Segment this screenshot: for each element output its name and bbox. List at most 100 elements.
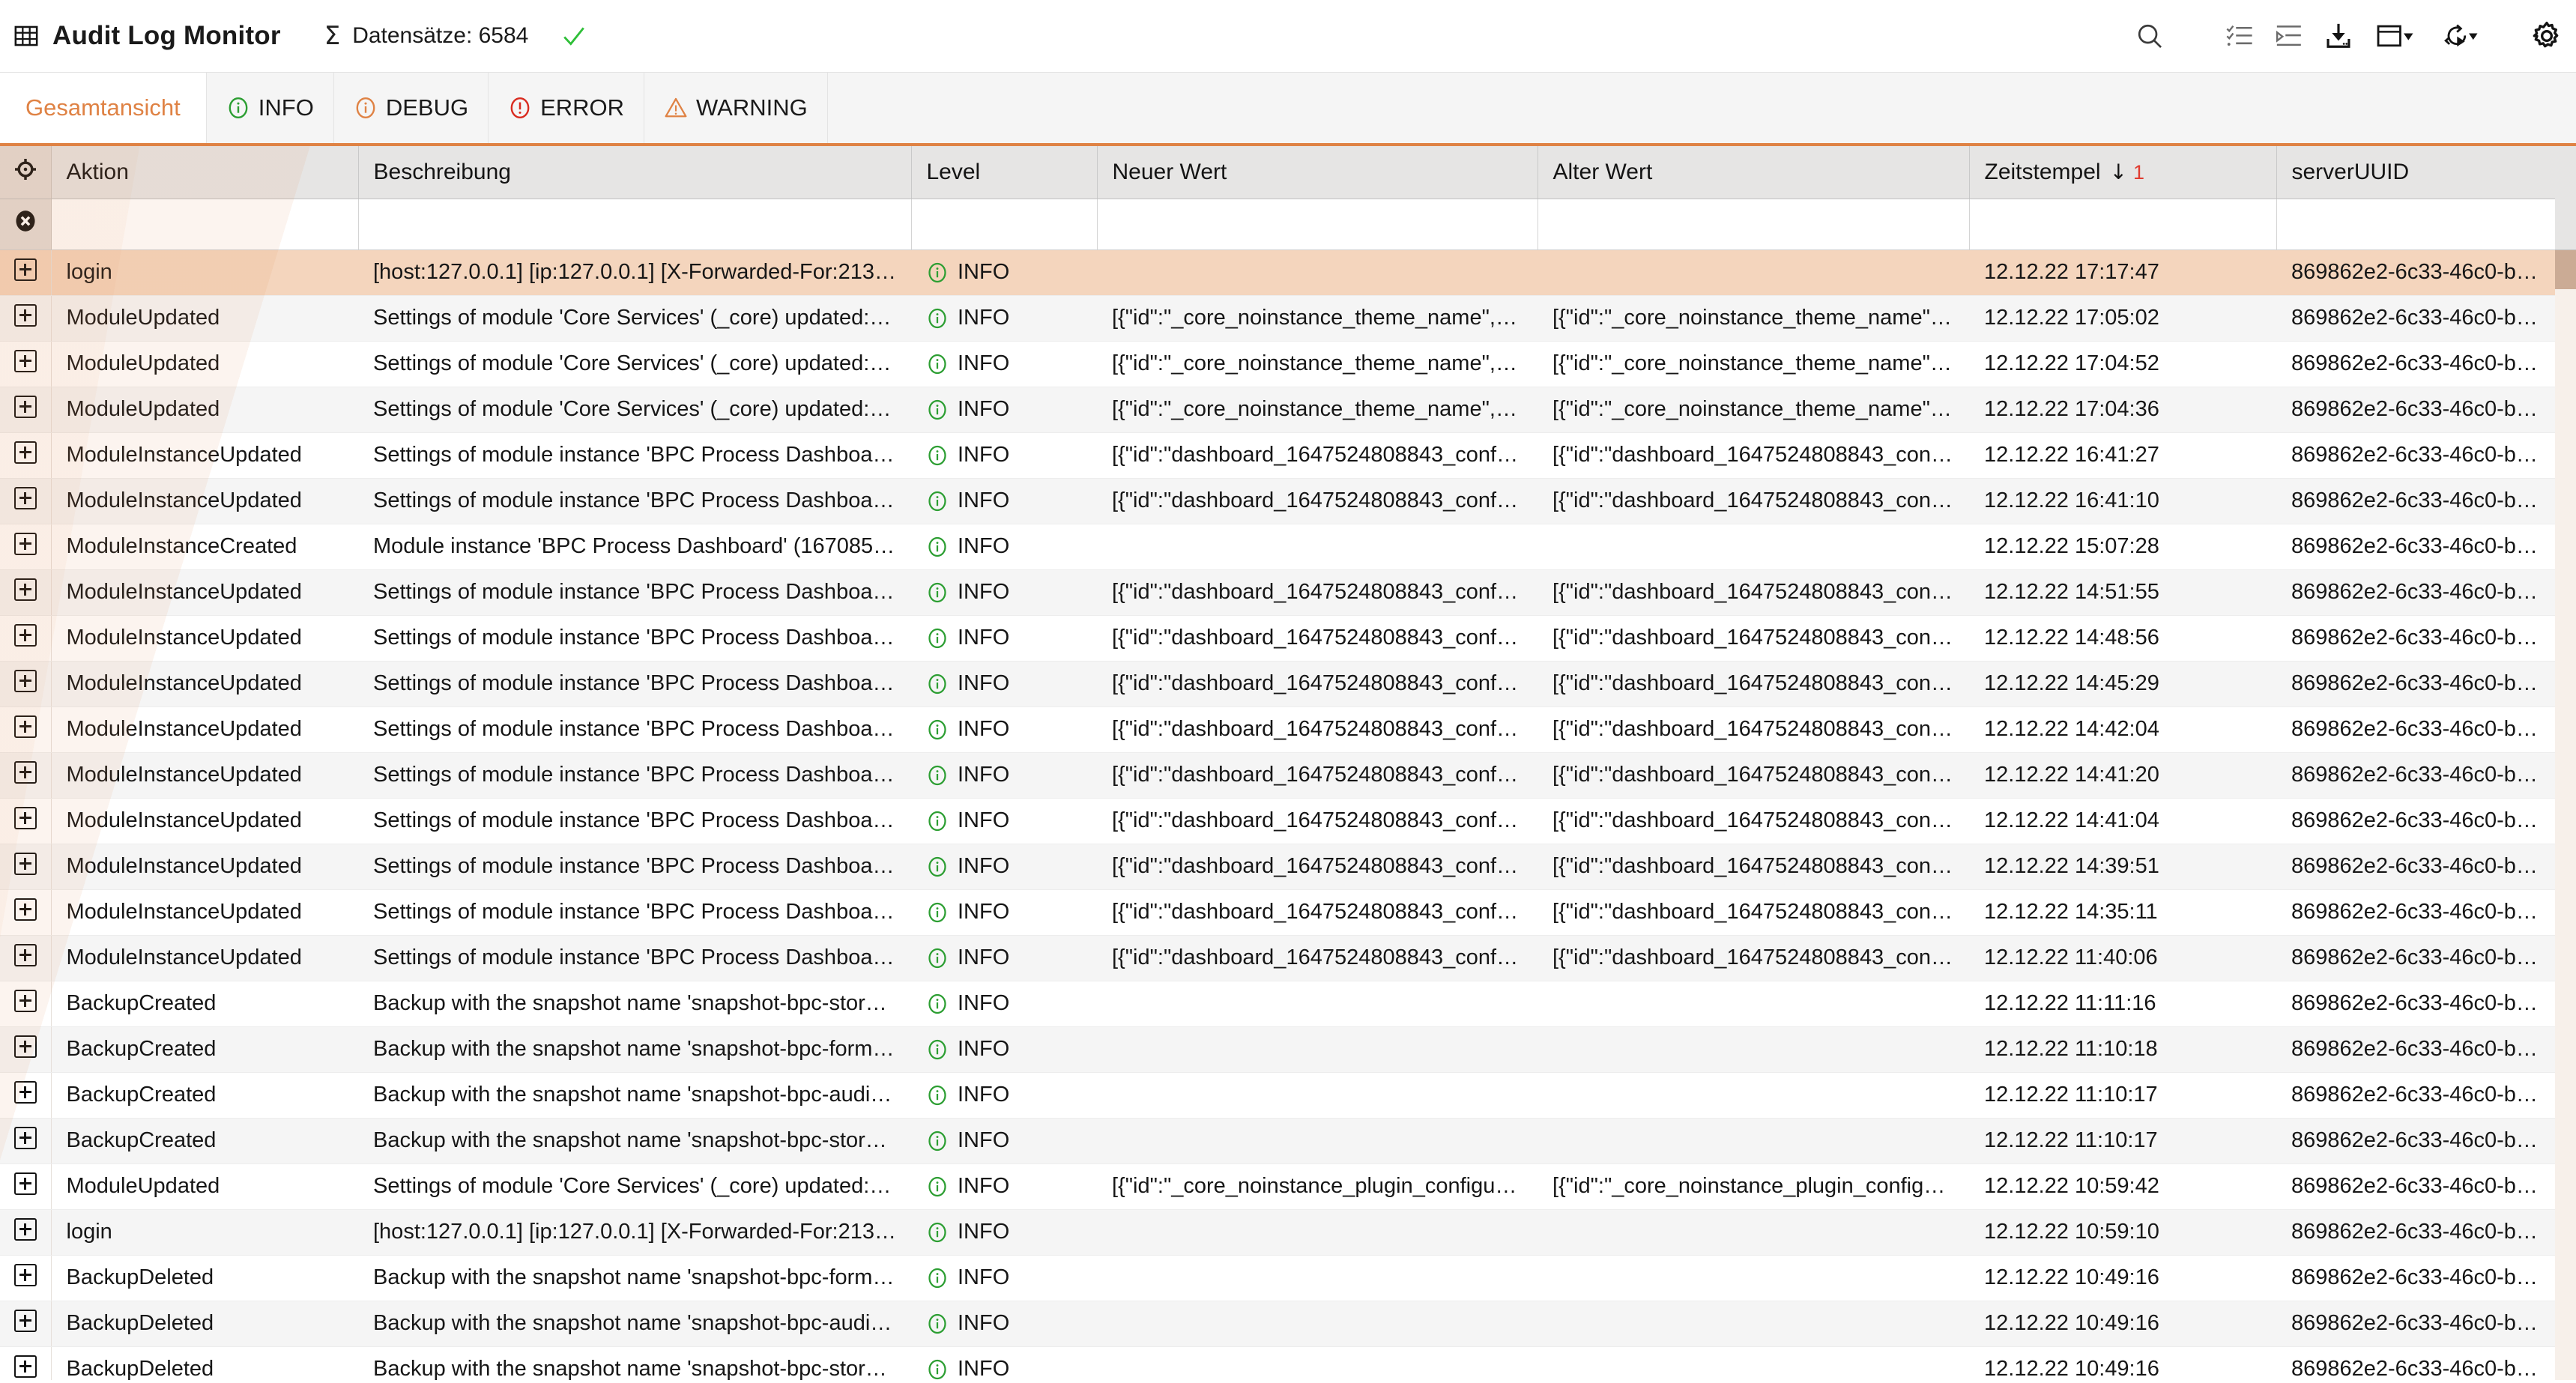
filter-input-zeitstempel[interactable] (1978, 207, 2267, 241)
row-expand-cell[interactable] (0, 387, 52, 433)
filter-cell-neuer-wert[interactable] (1097, 199, 1538, 250)
column-header-beschreibung[interactable]: Beschreibung (358, 146, 912, 199)
row-expand-cell[interactable] (0, 1301, 52, 1347)
row-expand-cell[interactable] (0, 1072, 52, 1119)
table-row[interactable]: ModuleInstanceUpdated Settings of module … (0, 615, 2555, 662)
table-row[interactable]: BackupDeleted Backup with the snapshot na… (0, 1301, 2555, 1347)
filter-input-alter-wert[interactable] (1546, 207, 1960, 241)
row-expand-cell[interactable] (0, 1346, 52, 1380)
filter-cell-zeitstempel[interactable] (1969, 199, 2277, 250)
row-expand-cell[interactable] (0, 432, 52, 479)
table-row[interactable]: ModuleUpdated Settings of module 'Core Se… (0, 341, 2555, 387)
table-row[interactable]: login [host:127.0.0.1] [ip:127.0.0.1] [X-… (0, 249, 2555, 296)
gear-icon[interactable] (2518, 21, 2576, 51)
column-header-alter-wert[interactable]: Alter Wert (1538, 146, 1970, 199)
expand-row-plus-icon[interactable] (13, 1309, 37, 1332)
table-row[interactable]: ModuleInstanceUpdated Settings of module … (0, 661, 2555, 707)
table-row[interactable]: ModuleInstanceCreated Module instance 'BP… (0, 524, 2555, 570)
row-expand-cell[interactable] (0, 935, 52, 981)
table-row[interactable]: ModuleInstanceUpdated Settings of module … (0, 935, 2555, 981)
row-expand-cell[interactable] (0, 1026, 52, 1073)
expand-row-plus-icon[interactable] (13, 349, 37, 372)
checklist-icon[interactable] (2215, 10, 2264, 62)
table-row[interactable]: ModuleInstanceUpdated Settings of module … (0, 889, 2555, 936)
expand-all-column-header[interactable] (0, 146, 52, 199)
column-header-serveruuid[interactable]: serverUUID (2276, 146, 2556, 199)
filter-input-level[interactable] (920, 207, 1088, 241)
indent-list-icon[interactable] (2264, 10, 2314, 62)
tab-info[interactable]: INFO (206, 73, 334, 143)
expand-row-plus-icon[interactable] (13, 715, 37, 738)
table-row[interactable]: BackupDeleted Backup with the snapshot na… (0, 1346, 2555, 1380)
expand-row-plus-icon[interactable] (13, 1355, 37, 1378)
row-expand-cell[interactable] (0, 1255, 52, 1301)
row-expand-cell[interactable] (0, 295, 52, 342)
expand-row-plus-icon[interactable] (13, 1080, 37, 1104)
row-expand-cell[interactable] (0, 1163, 52, 1210)
expand-row-plus-icon[interactable] (13, 303, 37, 327)
table-row[interactable]: login [host:127.0.0.1] [ip:127.0.0.1] [X-… (0, 1209, 2555, 1256)
table-row[interactable]: BackupCreated Backup with the snapshot na… (0, 1026, 2555, 1073)
table-row[interactable]: ModuleUpdated Settings of module 'Core Se… (0, 295, 2555, 342)
filter-cell-aktion[interactable] (51, 199, 359, 250)
vertical-scrollbar-thumb[interactable] (2555, 250, 2576, 289)
column-header-level[interactable]: Level (911, 146, 1098, 199)
expand-row-plus-icon[interactable] (13, 989, 37, 1012)
expand-row-plus-icon[interactable] (13, 532, 37, 555)
expand-row-plus-icon[interactable] (13, 898, 37, 921)
table-row[interactable]: ModuleInstanceUpdated Settings of module … (0, 706, 2555, 753)
filter-cell-level[interactable] (911, 199, 1098, 250)
expand-row-plus-icon[interactable] (13, 623, 37, 647)
expand-row-plus-icon[interactable] (13, 1263, 37, 1286)
row-expand-cell[interactable] (0, 661, 52, 707)
row-expand-cell[interactable] (0, 798, 52, 844)
expand-row-plus-icon[interactable] (13, 258, 37, 281)
target-crosshair-icon[interactable] (13, 158, 37, 187)
table-row[interactable]: BackupDeleted Backup with the snapshot na… (0, 1255, 2555, 1301)
search-icon[interactable] (2125, 10, 2174, 62)
filter-input-serveruuid[interactable] (2285, 207, 2546, 241)
expand-row-plus-icon[interactable] (13, 943, 37, 966)
table-row[interactable]: ModuleInstanceUpdated Settings of module … (0, 752, 2555, 799)
clear-filter-circle-x-icon[interactable] (13, 211, 37, 238)
tab-error[interactable]: ERROR (489, 73, 645, 143)
expand-row-plus-icon[interactable] (13, 1217, 37, 1241)
column-header-zeitstempel[interactable]: Zeitstempel ↓ 1 (1969, 146, 2277, 199)
tab-debug[interactable]: DEBUG (333, 73, 489, 143)
filter-input-neuer-wert[interactable] (1106, 207, 1529, 241)
tab-warning[interactable]: WARNING (644, 73, 828, 143)
expand-row-plus-icon[interactable] (13, 486, 37, 509)
row-expand-cell[interactable] (0, 478, 52, 524)
expand-row-plus-icon[interactable] (13, 852, 37, 875)
filter-cell-beschreibung[interactable] (358, 199, 912, 250)
row-expand-cell[interactable] (0, 981, 52, 1027)
table-row[interactable]: ModuleUpdated Settings of module 'Core Se… (0, 387, 2555, 433)
row-expand-cell[interactable] (0, 615, 52, 662)
window-icon[interactable] (2363, 10, 2428, 62)
table-row[interactable]: ModuleInstanceUpdated Settings of module … (0, 798, 2555, 844)
row-expand-cell[interactable] (0, 569, 52, 616)
table-row[interactable]: BackupCreated Backup with the snapshot na… (0, 1072, 2555, 1119)
row-expand-cell[interactable] (0, 1118, 52, 1164)
download-icon[interactable] (2314, 10, 2363, 62)
table-row[interactable]: BackupCreated Backup with the snapshot na… (0, 1118, 2555, 1164)
refresh-play-icon[interactable] (2428, 10, 2492, 62)
row-expand-cell[interactable] (0, 524, 52, 570)
vertical-scrollbar[interactable] (2555, 250, 2576, 1380)
column-header-aktion[interactable]: Aktion (51, 146, 359, 199)
table-row[interactable]: ModuleInstanceUpdated Settings of module … (0, 432, 2555, 479)
table-row[interactable]: ModuleInstanceUpdated Settings of module … (0, 569, 2555, 616)
filter-cell-serveruuid[interactable] (2276, 199, 2556, 250)
expand-row-plus-icon[interactable] (13, 1126, 37, 1149)
table-row[interactable]: ModuleUpdated Settings of module 'Core Se… (0, 1163, 2555, 1210)
table-row[interactable]: ModuleInstanceUpdated Settings of module … (0, 844, 2555, 890)
expand-row-plus-icon[interactable] (13, 669, 37, 692)
expand-row-plus-icon[interactable] (13, 1172, 37, 1195)
expand-row-plus-icon[interactable] (13, 441, 37, 464)
expand-row-plus-icon[interactable] (13, 760, 37, 784)
row-expand-cell[interactable] (0, 341, 52, 387)
expand-row-plus-icon[interactable] (13, 395, 37, 418)
row-expand-cell[interactable] (0, 249, 52, 296)
table-row[interactable]: ModuleInstanceUpdated Settings of module … (0, 478, 2555, 524)
expand-row-plus-icon[interactable] (13, 1035, 37, 1058)
